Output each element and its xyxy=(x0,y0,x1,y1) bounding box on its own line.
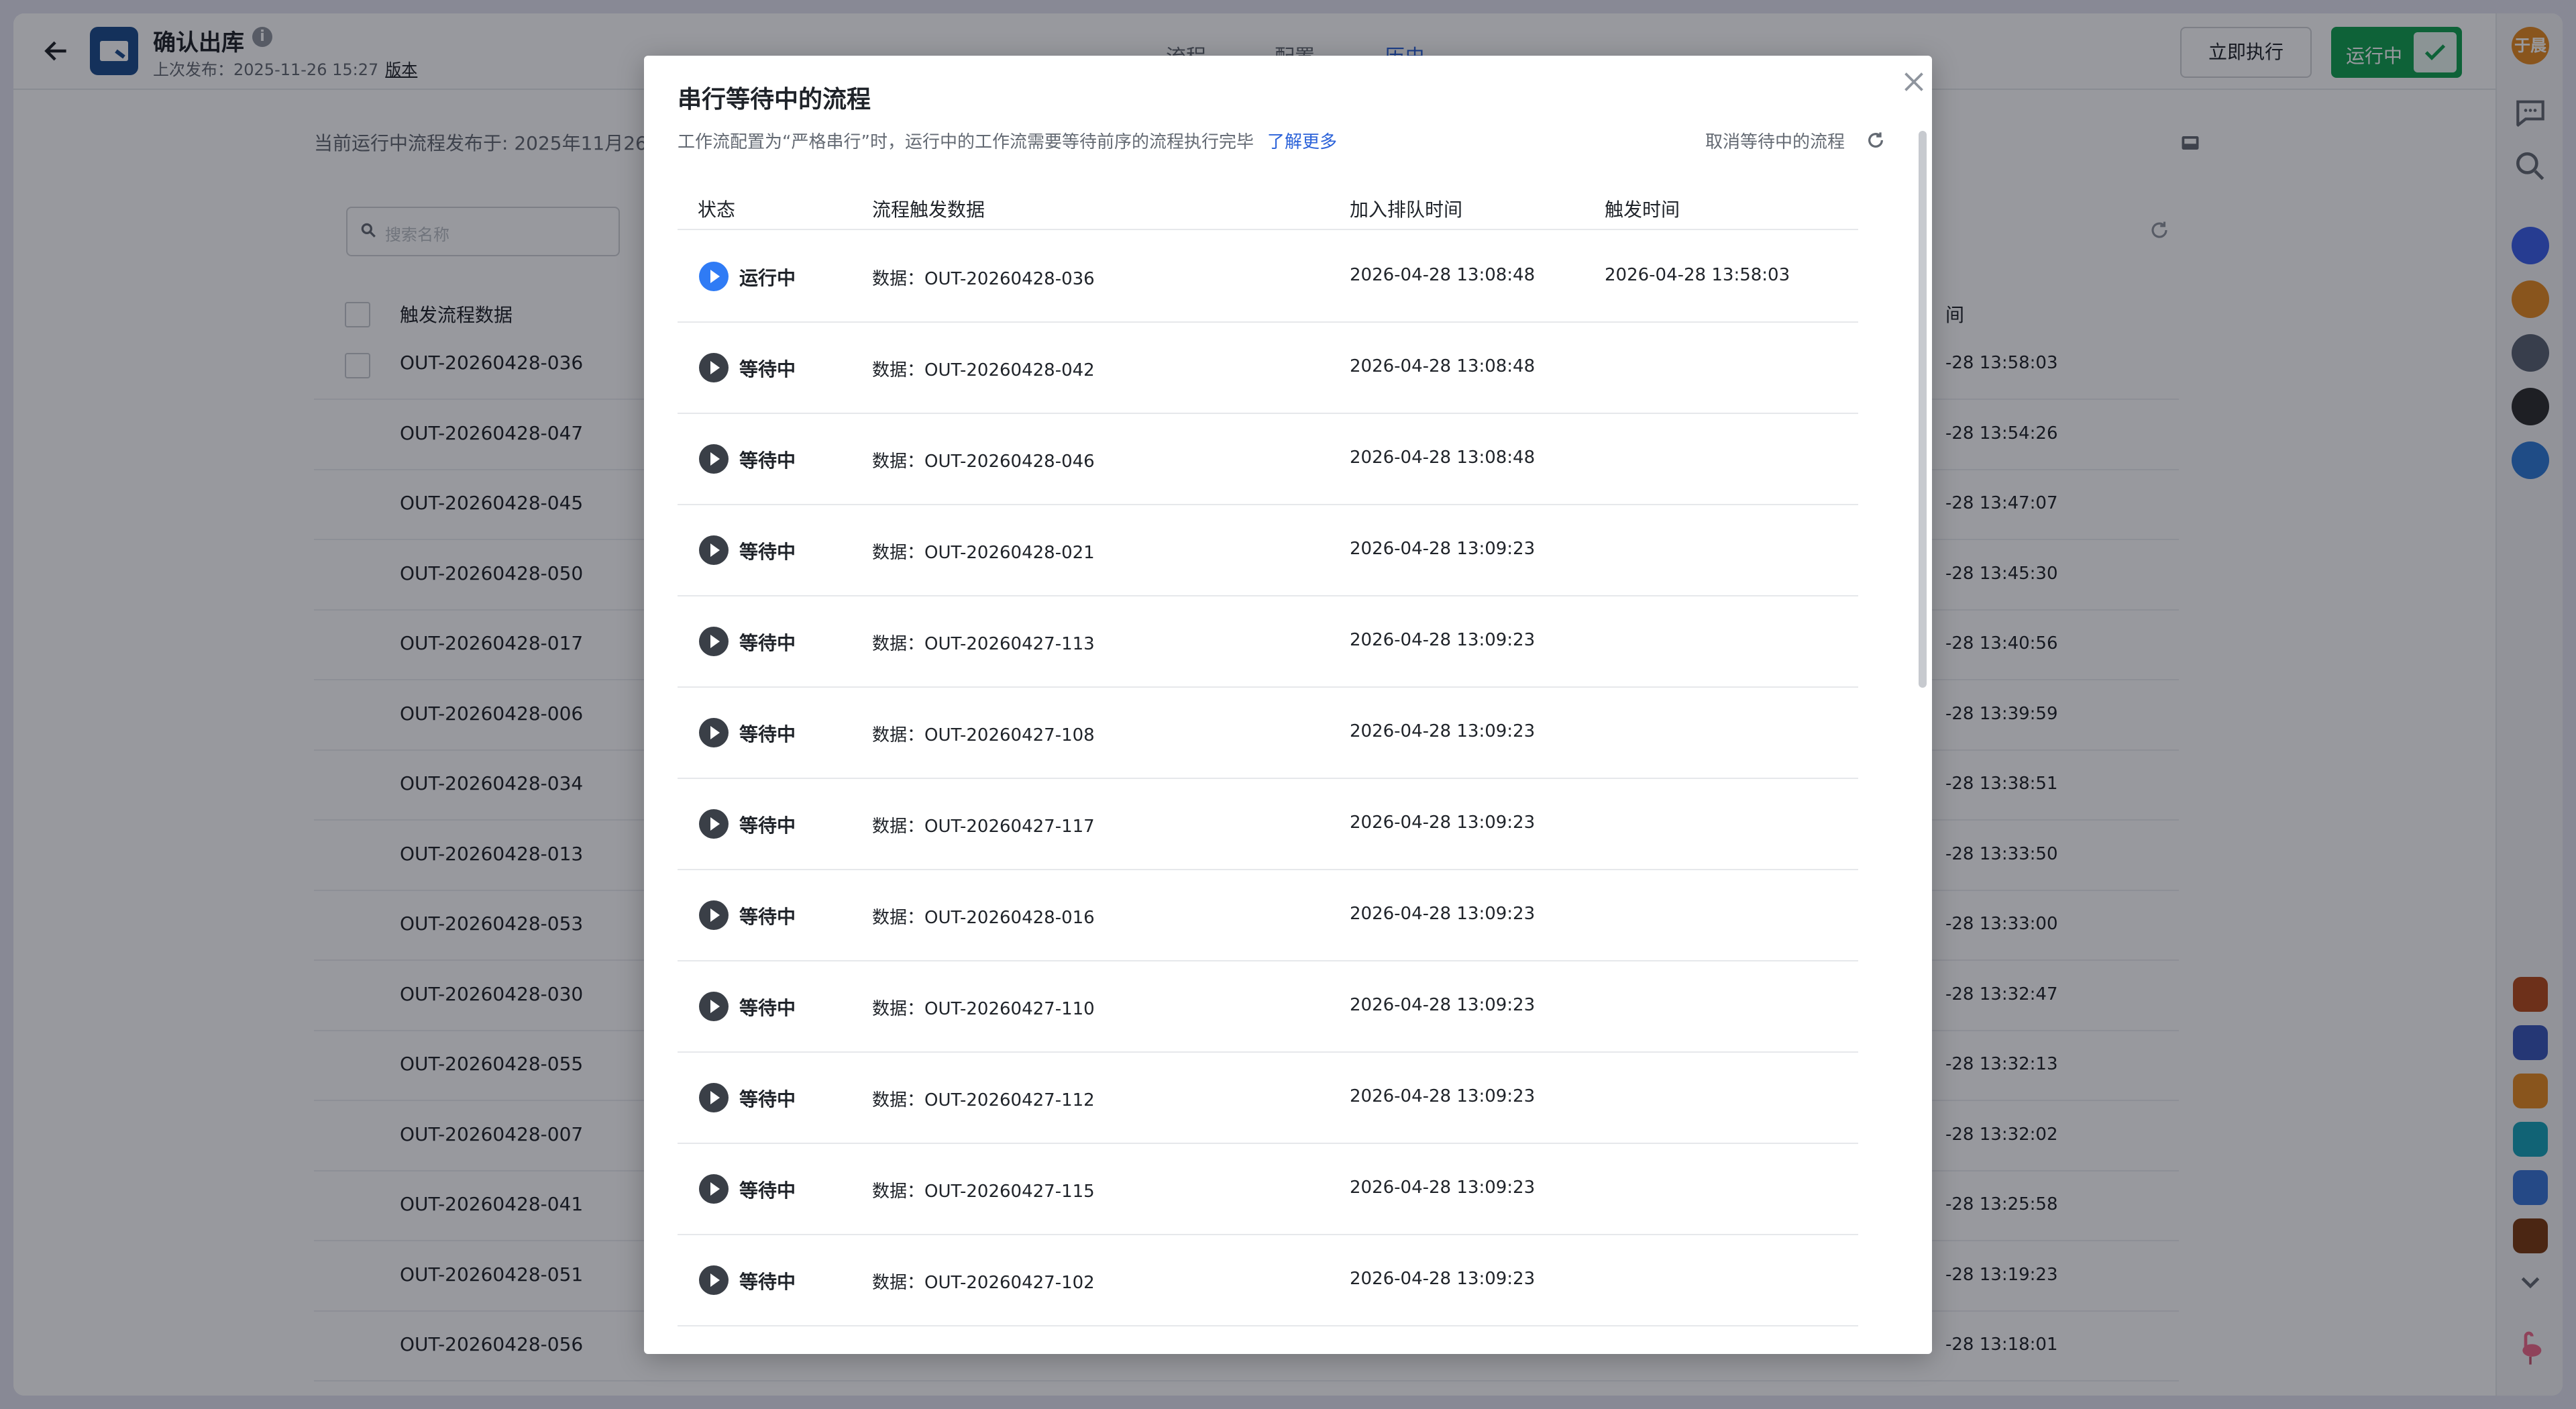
play-icon xyxy=(699,992,729,1021)
status-label: 等待中 xyxy=(739,815,796,837)
waiting-flow-row[interactable]: 等待中 数据：OUT-20260427-112 2026-04-28 13:09:2… xyxy=(678,1051,1858,1144)
waiting-flow-row[interactable]: 等待中 数据：OUT-20260427-115 2026-04-28 13:09:2… xyxy=(678,1143,1858,1235)
waiting-flow-row[interactable]: 等待中 数据：OUT-20260428-046 2026-04-28 13:08:4… xyxy=(678,413,1858,505)
column-header-trigger-time: 触发时间 xyxy=(1605,199,1680,221)
waiting-flow-row[interactable]: 等待中 数据：OUT-20260427-110 2026-04-28 13:09:2… xyxy=(678,960,1858,1053)
play-icon xyxy=(699,1265,729,1295)
status-label: 等待中 xyxy=(739,723,796,745)
trigger-data-value: 数据：OUT-20260428-016 xyxy=(872,908,1095,928)
column-header-queued-time: 加入排队时间 xyxy=(1350,199,1463,221)
status-label: 等待中 xyxy=(739,997,796,1019)
trigger-data-value: 数据：OUT-20260427-113 xyxy=(872,634,1095,654)
scrollbar-thumb[interactable] xyxy=(1919,131,1927,688)
queued-time-value: 2026-04-28 13:09:23 xyxy=(1350,904,1536,924)
status-label: 等待中 xyxy=(739,1271,796,1293)
waiting-flow-row[interactable]: 等待中 数据：OUT-20260427-117 2026-04-28 13:09:2… xyxy=(678,778,1858,870)
queued-time-value: 2026-04-28 13:09:23 xyxy=(1350,1178,1536,1198)
close-icon[interactable] xyxy=(1897,65,1931,99)
trigger-data-value: 数据：OUT-20260428-021 xyxy=(872,543,1095,563)
trigger-data-value: 数据：OUT-20260428-046 xyxy=(872,452,1095,472)
play-icon xyxy=(699,1174,729,1204)
column-header-trigger-data: 流程触发数据 xyxy=(872,199,985,221)
column-header-status: 状态 xyxy=(698,199,736,221)
cancel-waiting-button[interactable]: 取消等待中的流程 xyxy=(1705,128,1845,153)
status-label: 等待中 xyxy=(739,358,796,380)
trigger-data-value: 数据：OUT-20260428-036 xyxy=(872,269,1095,289)
trigger-data-value: 数据：OUT-20260427-112 xyxy=(872,1090,1095,1110)
learn-more-link[interactable]: 了解更多 xyxy=(1267,132,1337,152)
waiting-flow-row[interactable]: 运行中 数据：OUT-20260428-036 2026-04-28 13:08:4… xyxy=(678,230,1858,323)
queued-time-value: 2026-04-28 13:08:48 xyxy=(1350,356,1536,376)
description-text: 工作流配置为“严格串行”时，运行中的工作流需要等待前序的流程执行完毕 xyxy=(678,132,1254,152)
queued-time-value: 2026-04-28 13:09:23 xyxy=(1350,813,1536,833)
queued-time-value: 2026-04-28 13:08:48 xyxy=(1350,265,1536,285)
play-icon xyxy=(699,900,729,930)
play-icon xyxy=(699,718,729,747)
waiting-flow-row[interactable]: 等待中 数据：OUT-20260427-102 2026-04-28 13:09:2… xyxy=(678,1234,1858,1326)
waiting-flow-row[interactable]: 等待中 数据：OUT-20260428-016 2026-04-28 13:09:2… xyxy=(678,869,1858,961)
waiting-flow-row[interactable]: 等待中 数据：OUT-20260427-113 2026-04-28 13:09:2… xyxy=(678,595,1858,688)
waiting-flow-row[interactable]: 等待中 数据：OUT-20260427-108 2026-04-28 13:09:2… xyxy=(678,686,1858,779)
queued-time-value: 2026-04-28 13:08:48 xyxy=(1350,448,1536,468)
trigger-data-value: 数据：OUT-20260428-042 xyxy=(872,360,1095,380)
play-icon xyxy=(699,262,729,291)
status-label: 等待中 xyxy=(739,450,796,472)
queued-time-value: 2026-04-28 13:09:23 xyxy=(1350,721,1536,741)
status-label: 等待中 xyxy=(739,1088,796,1110)
trigger-data-value: 数据：OUT-20260427-108 xyxy=(872,725,1095,745)
status-label: 等待中 xyxy=(739,1180,796,1202)
trigger-data-value: 数据：OUT-20260427-110 xyxy=(872,999,1095,1019)
refresh-icon[interactable] xyxy=(1866,131,1885,150)
queued-time-value: 2026-04-28 13:09:23 xyxy=(1350,1269,1536,1289)
trigger-time-value: 2026-04-28 13:58:03 xyxy=(1605,265,1790,285)
play-icon xyxy=(699,627,729,656)
dialog-title: 串行等待中的流程 xyxy=(678,86,871,113)
trigger-data-value: 数据：OUT-20260427-117 xyxy=(872,817,1095,837)
play-icon xyxy=(699,444,729,474)
queued-time-value: 2026-04-28 13:09:23 xyxy=(1350,1086,1536,1106)
waiting-flow-row[interactable]: 等待中 数据：OUT-20260428-021 2026-04-28 13:09:2… xyxy=(678,504,1858,596)
queued-time-value: 2026-04-28 13:09:23 xyxy=(1350,539,1536,559)
play-icon xyxy=(699,353,729,382)
queued-time-value: 2026-04-28 13:09:23 xyxy=(1350,630,1536,650)
play-icon xyxy=(699,809,729,839)
dialog-description: 工作流配置为“严格串行”时，运行中的工作流需要等待前序的流程执行完毕 了解更多 xyxy=(678,128,1337,153)
status-label: 运行中 xyxy=(739,267,796,289)
status-label: 等待中 xyxy=(739,632,796,654)
trigger-data-value: 数据：OUT-20260427-115 xyxy=(872,1182,1095,1202)
play-icon xyxy=(699,535,729,565)
trigger-data-value: 数据：OUT-20260427-102 xyxy=(872,1273,1095,1293)
play-icon xyxy=(699,1083,729,1112)
queued-time-value: 2026-04-28 13:09:23 xyxy=(1350,995,1536,1015)
serial-waiting-dialog: 串行等待中的流程 工作流配置为“严格串行”时，运行中的工作流需要等待前序的流程执… xyxy=(644,56,1932,1354)
waiting-flow-row[interactable]: 等待中 数据：OUT-20260428-042 2026-04-28 13:08:4… xyxy=(678,321,1858,414)
status-label: 等待中 xyxy=(739,906,796,928)
status-label: 等待中 xyxy=(739,541,796,563)
